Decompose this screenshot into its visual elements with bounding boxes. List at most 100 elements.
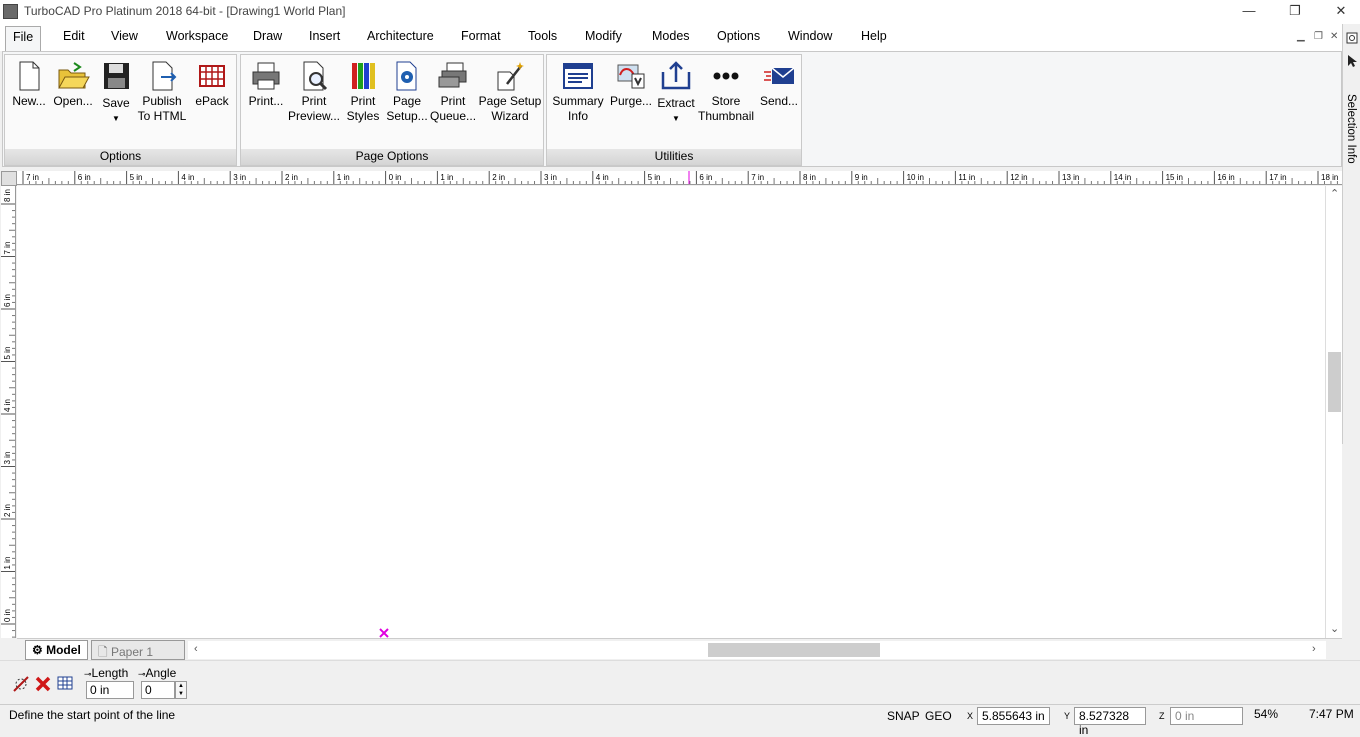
menu-help[interactable]: Help [861, 29, 887, 43]
z-axis-icon: Z [1159, 711, 1165, 721]
mdi-restore-button[interactable]: ❐ [1314, 31, 1323, 42]
ruler-label: 2 in [3, 504, 12, 517]
print-preview-button[interactable]: Print Preview... [288, 55, 340, 147]
page-setup-button[interactable]: Page Setup... [384, 55, 430, 147]
print-styles-button[interactable]: Print Styles [342, 55, 384, 147]
x-coordinate[interactable]: 5.855643 in [977, 707, 1050, 725]
ruler-label: 4 in [181, 173, 194, 182]
angle-stepper[interactable]: ▲ ▼ [175, 681, 187, 699]
ribbon-group-utilities: Summary Info Purge... Extract ▼ Store Th… [546, 54, 802, 166]
purge-button[interactable]: Purge... [608, 55, 654, 147]
x-axis-icon: X [967, 711, 974, 721]
purge-icon [617, 64, 645, 89]
zoom-level[interactable]: 54% [1254, 707, 1278, 721]
ruler-label: 3 in [233, 173, 246, 182]
chevron-down-icon: ▼ [672, 114, 680, 123]
ruler-label: 7 in [3, 242, 12, 255]
menu-view[interactable]: View [111, 29, 138, 43]
menu-format[interactable]: Format [461, 29, 501, 43]
ruler-corner[interactable] [1, 171, 17, 186]
line-tool-icon[interactable] [12, 675, 30, 693]
menu-architecture[interactable]: Architecture [367, 29, 434, 43]
table-icon[interactable] [57, 675, 73, 691]
send-button[interactable]: Send... [756, 55, 802, 147]
model-icon: ⚙ [32, 643, 43, 657]
ruler-label: 6 in [699, 173, 712, 182]
window-title: TurboCAD Pro Platinum 2018 64-bit - [Dra… [24, 4, 346, 18]
new-button[interactable]: New... [9, 55, 49, 147]
angle-field[interactable]: 0 [141, 681, 175, 699]
selection-info-panel[interactable]: Selection Info [1342, 24, 1360, 444]
lock-icon[interactable]: ⊸ [138, 669, 146, 679]
vertical-ruler: 8 in 7 in 6 in 5 in 4 in 3 in 2 in 1 in 0 in [1, 186, 16, 638]
geo-toggle[interactable]: GEO [925, 709, 952, 723]
publish-to-html-button[interactable]: Publish To HTML [137, 55, 187, 147]
printer-icon [252, 62, 280, 90]
tab-model[interactable]: ⚙ Model [25, 640, 88, 660]
ruler-label: 4 in [596, 173, 609, 182]
mdi-minimize-button[interactable]: ▁ [1297, 31, 1305, 42]
menu-modify[interactable]: Modify [585, 29, 622, 43]
scroll-left-icon[interactable]: ‹ [194, 643, 198, 655]
print-button[interactable]: Print... [244, 55, 288, 147]
ruler-label: 6 in [78, 173, 91, 182]
menu-options[interactable]: Options [717, 29, 760, 43]
save-button[interactable]: Save ▼ [97, 55, 135, 147]
menu-modes[interactable]: Modes [652, 29, 690, 43]
menu-draw[interactable]: Draw [253, 29, 282, 43]
new-document-icon [19, 61, 40, 91]
lock-icon[interactable]: ⊸ [84, 669, 92, 679]
summary-info-button[interactable]: Summary Info [550, 55, 606, 147]
vertical-scrollbar[interactable]: ⌃ ⌄ [1326, 186, 1342, 638]
z-coordinate[interactable]: 0 in [1170, 707, 1243, 725]
print-styles-icon [352, 63, 375, 89]
open-button[interactable]: Open... [51, 55, 95, 147]
menu-tools[interactable]: Tools [528, 29, 557, 43]
group-label-utilities: Utilities [547, 149, 801, 165]
menu-workspace[interactable]: Workspace [166, 29, 228, 43]
tab-paper-1[interactable]: 🗋 Paper 1 [91, 640, 185, 660]
magic-wand-icon [497, 62, 524, 91]
minimize-button[interactable]: — [1226, 2, 1272, 22]
status-message: Define the start point of the line [9, 708, 176, 722]
drawing-canvas[interactable] [17, 186, 1326, 638]
menu-file[interactable]: File [5, 26, 42, 51]
y-coordinate[interactable]: 8.527328 in [1074, 707, 1146, 737]
horizontal-scrollbar[interactable]: ‹ › [188, 641, 1326, 659]
ruler-label: 10 in [907, 173, 924, 182]
scroll-up-icon[interactable]: ⌃ [1330, 187, 1339, 200]
ruler-label: 15 in [1166, 173, 1183, 182]
ruler-label: 4 in [3, 399, 12, 412]
cancel-icon[interactable] [35, 676, 51, 692]
print-queue-button[interactable]: Print Queue... [430, 55, 476, 147]
restore-button[interactable]: ❐ [1272, 2, 1318, 22]
mdi-close-button[interactable]: ✕ [1330, 31, 1338, 42]
selection-info-tab[interactable]: Selection Info [1345, 94, 1357, 164]
print-queue-icon [438, 62, 467, 88]
floppy-disk-icon [104, 63, 129, 89]
close-button[interactable]: ✕ [1318, 2, 1360, 22]
vertical-scroll-thumb[interactable] [1328, 352, 1341, 412]
length-field[interactable]: 0 in [86, 681, 134, 699]
ruler-label: 1 in [337, 173, 350, 182]
extract-button[interactable]: Extract ▼ [654, 55, 698, 147]
page-setup-wizard-button[interactable]: Page Setup Wizard [478, 55, 542, 147]
menu-window[interactable]: Window [788, 29, 832, 43]
menu-edit[interactable]: Edit [63, 29, 85, 43]
page-setup-icon [396, 61, 417, 91]
ruler-label: 8 in [3, 189, 12, 202]
ruler-label: 0 in [3, 609, 12, 622]
ruler-label: 16 in [1217, 173, 1234, 182]
horizontal-scroll-thumb[interactable] [708, 643, 880, 657]
paper-icon: 🗋 [98, 645, 108, 659]
ruler-label: 11 in [958, 173, 975, 182]
snap-toggle[interactable]: SNAP [887, 709, 920, 723]
print-preview-icon [303, 61, 328, 91]
menu-insert[interactable]: Insert [309, 29, 340, 43]
envelope-icon [764, 67, 795, 84]
scroll-right-icon[interactable]: › [1312, 643, 1316, 655]
ruler-label: 0 in [389, 173, 402, 182]
scroll-down-icon[interactable]: ⌄ [1330, 622, 1339, 635]
epack-button[interactable]: ePack [191, 55, 233, 147]
store-thumbnail-button[interactable]: Store Thumbnail [698, 55, 754, 147]
